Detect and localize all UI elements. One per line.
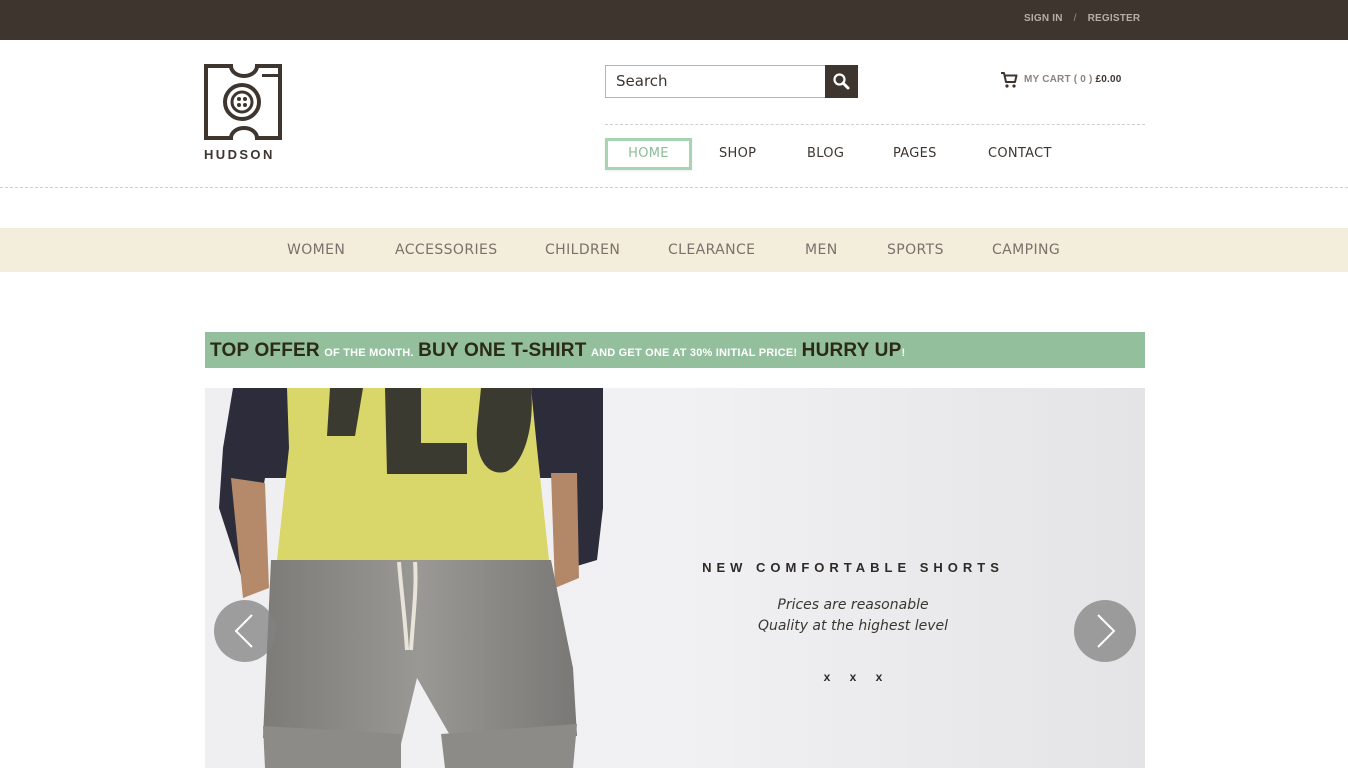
category-bar: WOMEN ACCESSORIES CHILDREN CLEARANCE MEN… [0,228,1348,272]
slider-next-button[interactable] [1074,600,1136,662]
nav-home[interactable]: HOME [605,138,692,170]
nav-blog[interactable]: BLOG [807,138,844,170]
slide-title: NEW COMFORTABLE SHORTS [702,560,1004,575]
category-children[interactable]: CHILDREN [545,228,620,272]
slide-subtitle-2: Quality at the highest level [757,618,949,634]
category-women[interactable]: WOMEN [287,228,345,272]
slide-pagination[interactable]: x x x [605,670,1101,684]
offer-detail: AND GET ONE AT 30% INITIAL PRICE! [590,347,798,359]
category-camping[interactable]: CAMPING [992,228,1060,272]
category-accessories[interactable]: ACCESSORIES [395,228,498,272]
auth-separator: / [1073,13,1077,24]
nav-pages[interactable]: PAGES [893,138,937,170]
hero-slider[interactable]: NEW COMFORTABLE SHORTS Prices are reason… [205,388,1145,768]
category-men[interactable]: MEN [805,228,838,272]
register-link[interactable]: REGISTER [1088,13,1141,24]
cart-total: £0.00 [1095,74,1122,85]
brand-name[interactable]: HUDSON [204,147,275,162]
cart-count: MY CART ( 0 ) [1024,74,1093,85]
offer-headline: TOP OFFER [210,340,320,361]
auth-links: SIGN IN / REGISTER [1024,13,1140,24]
search-icon [833,73,850,90]
offer-cta: HURRY UP [801,340,902,361]
chevron-left-icon [234,614,253,648]
chevron-right-icon [1097,614,1116,648]
nav-shop[interactable]: SHOP [719,138,756,170]
top-bar: SIGN IN / REGISTER [0,0,1348,40]
slider-prev-button[interactable] [214,600,276,662]
hero-image [205,388,1145,768]
cart-summary[interactable]: MY CART ( 0 ) £0.00 [1024,74,1122,85]
cart-icon[interactable] [1000,71,1018,89]
offer-text: OF THE MONTH. [324,347,414,359]
search-button[interactable] [825,65,858,98]
header-divider [0,187,1348,188]
nav-contact[interactable]: CONTACT [988,138,1052,170]
category-sports[interactable]: SPORTS [887,228,944,272]
offer-exclamation: ! [901,347,906,359]
search-input[interactable]: Search [605,65,826,98]
nav-divider [605,124,1145,125]
category-clearance[interactable]: CLEARANCE [668,228,755,272]
slide-subtitle-1: Prices are reasonable [777,597,929,613]
offer-banner[interactable]: TOP OFFER OF THE MONTH. BUY ONE T-SHIRT … [205,332,1145,368]
sign-in-link[interactable]: SIGN IN [1024,13,1063,24]
offer-product: BUY ONE T-SHIRT [418,340,587,361]
